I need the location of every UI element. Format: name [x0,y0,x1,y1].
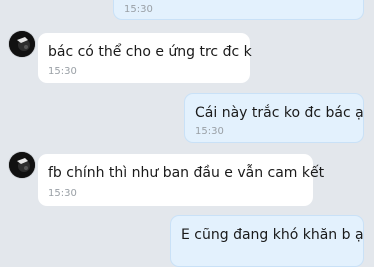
message-timestamp: 15:30 [48,188,77,199]
message-timestamp: 15:30 [195,126,224,137]
message-timestamp: 15:30 [124,4,153,15]
message-text: E cũng đang khó khăn b ạ [181,227,364,243]
message-text: bác có thể cho e ứng trc đc k [48,44,252,60]
message-timestamp: 15:30 [48,66,77,77]
message-text: fb chính thì như ban đầu e vẫn cam kết [48,165,325,181]
user-avatar-icon[interactable] [9,152,35,178]
user-avatar-icon[interactable] [9,31,35,57]
incoming-message[interactable]: fb chính thì như ban đầu e vẫn cam kết 1… [38,154,324,206]
outgoing-message[interactable]: 15:30 [113,0,364,20]
incoming-message[interactable]: bác có thể cho e ứng trc đc k 15:30 [38,33,252,83]
chat-message-list[interactable]: 15:30 bác có thể cho e ứng trc đc k 15:3… [0,0,374,267]
outgoing-message[interactable]: Cái này trắc ko đc bác ạ 15:30 [184,93,364,143]
message-text: Cái này trắc ko đc bác ạ [195,105,364,121]
outgoing-message[interactable]: E cũng đang khó khăn b ạ [170,215,364,267]
